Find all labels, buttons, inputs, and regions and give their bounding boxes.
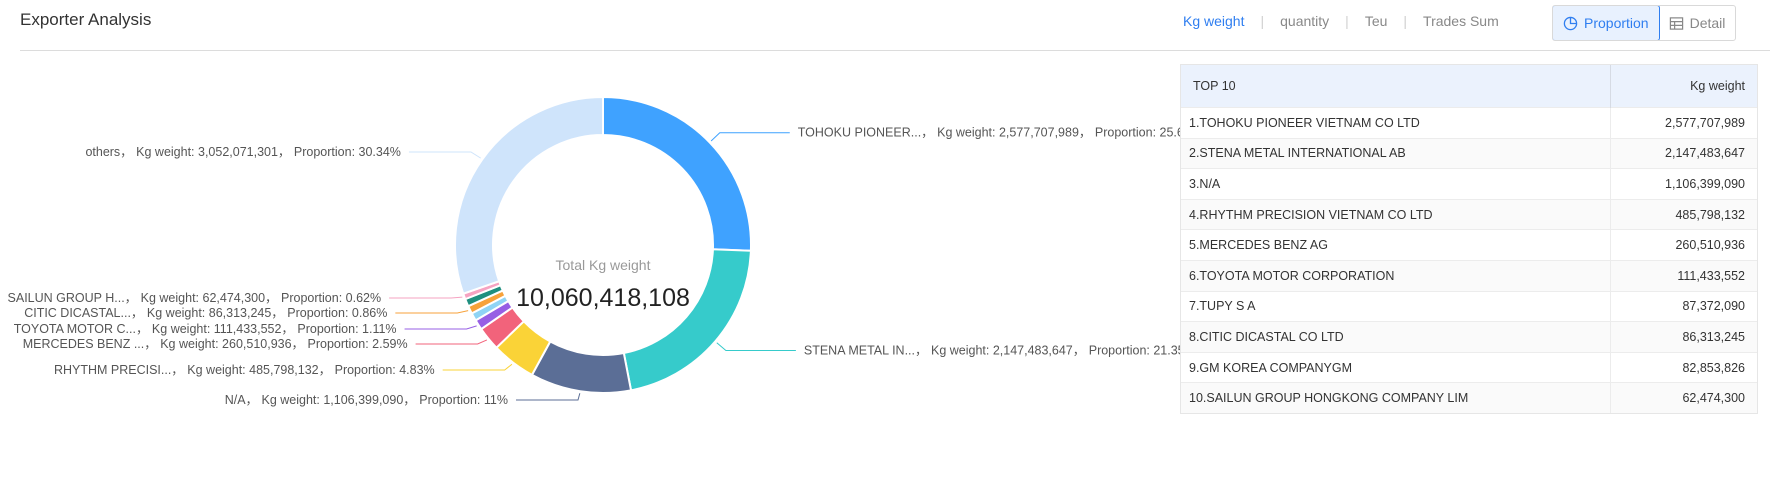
leader-line (716, 342, 796, 352)
table-row: 1.TOHOKU PIONEER VIETNAM CO LTD 2,577,707… (1181, 107, 1757, 139)
donut-chart: Total Kg weight 10,060,418,108 TOHOKU PI… (8, 95, 1180, 407)
tab-divider: | (1260, 13, 1265, 29)
table-row: 8.CITIC DICASTAL CO LTD 86,313,245 (1181, 321, 1757, 353)
pie-chart-icon (1563, 16, 1578, 31)
leader-line (442, 363, 513, 371)
leader-line (395, 310, 469, 314)
row-name: 4.RHYTHM PRECISION VIETNAM CO LTD (1181, 198, 1611, 230)
row-name: 6.TOYOTA MOTOR CORPORATION (1181, 259, 1611, 292)
row-value: 2,147,483,647 (1610, 137, 1757, 169)
col-header-top10: TOP 10 (1181, 65, 1611, 108)
donut-slice[interactable] (602, 95, 752, 252)
proportion-label: Proportion (1584, 15, 1649, 31)
row-value: 82,853,826 (1610, 351, 1757, 383)
row-name: 3.N/A (1181, 168, 1611, 200)
row-name: 2.STENA METAL INTERNATIONAL AB (1181, 137, 1611, 169)
row-value: 111,433,552 (1610, 259, 1757, 292)
row-value: 87,372,090 (1610, 290, 1757, 322)
row-value: 62,474,300 (1610, 382, 1757, 413)
row-name: 5.MERCEDES BENZ AG (1181, 229, 1611, 261)
row-value: 86,313,245 (1610, 321, 1757, 353)
slice-label: RHYTHM PRECISI...， Kg weight: 485,798,13… (54, 363, 435, 377)
detail-label: Detail (1689, 15, 1726, 31)
table-row: 6.TOYOTA MOTOR CORPORATION 111,433,552 (1181, 259, 1757, 292)
slice-label: others， Kg weight: 3,052,071,301， Propor… (85, 145, 400, 159)
slice-label: CITIC DICASTAL...， Kg weight: 86,313,245… (24, 306, 387, 320)
slice-label: SAILUN GROUP H...， Kg weight: 62,474,300… (8, 291, 382, 305)
tab-trades-sum[interactable]: Trades Sum (1423, 13, 1499, 29)
leader-line (515, 393, 581, 401)
table-row: 10.SAILUN GROUP HONGKONG COMPANY LIM 62,4… (1181, 382, 1757, 413)
row-name: 9.GM KOREA COMPANYGM (1181, 351, 1611, 383)
page-title: Exporter Analysis (20, 10, 152, 29)
view-toggle: Proportion Detail (1552, 5, 1737, 41)
leader-line (710, 132, 790, 142)
center-value: 10,060,418,108 (516, 284, 690, 312)
table-header-row: TOP 10 Kg weight (1181, 65, 1757, 108)
table-row: 3.N/A 1,106,399,090 (1181, 168, 1757, 200)
table-icon (1669, 16, 1684, 31)
table-row: 7.TUPY S A 87,372,090 (1181, 290, 1757, 322)
slice-label: TOHOKU PIONEER...， Kg weight: 2,577,707,… (798, 126, 1180, 140)
donut-slices (454, 95, 752, 394)
tab-divider: | (1403, 13, 1408, 29)
center-label: Total Kg weight (556, 257, 651, 273)
slice-label: N/A， Kg weight: 1,106,399,090， Proportio… (225, 393, 508, 407)
row-name: 1.TOHOKU PIONEER VIETNAM CO LTD (1181, 107, 1611, 139)
tab-teu[interactable]: Teu (1365, 13, 1388, 29)
col-header-kg-weight: Kg weight (1610, 65, 1757, 108)
tab-divider: | (1345, 13, 1349, 29)
slice-label: TOYOTA MOTOR C...， Kg weight: 111,433,55… (14, 322, 397, 336)
table-row: 9.GM KOREA COMPANYGM 82,853,826 (1181, 351, 1757, 383)
leader-line (408, 151, 481, 159)
detail-button[interactable]: Detail (1659, 6, 1736, 40)
row-value: 260,510,936 (1610, 229, 1757, 261)
row-name: 7.TUPY S A (1181, 290, 1611, 322)
leader-line (415, 339, 488, 345)
leader-line (404, 325, 477, 330)
row-value: 1,106,399,090 (1610, 168, 1757, 200)
metric-tabs: Kg weight | quantity | Teu | Trades Sum (1183, 13, 1499, 29)
proportion-button[interactable]: Proportion (1553, 6, 1660, 40)
top10-table: TOP 10 Kg weight 1.TOHOKU PIONEER VIETNA… (1180, 64, 1758, 414)
tab-quantity[interactable]: quantity (1280, 13, 1329, 29)
table-row: 4.RHYTHM PRECISION VIETNAM CO LTD 485,798… (1181, 198, 1757, 230)
slice-label: MERCEDES BENZ ...， Kg weight: 260,510,93… (23, 337, 408, 351)
leader-line (389, 296, 463, 299)
row-value: 485,798,132 (1610, 198, 1757, 230)
tab-kg-weight[interactable]: Kg weight (1183, 13, 1244, 29)
table-row: 5.MERCEDES BENZ AG 260,510,936 (1181, 229, 1757, 261)
row-name: 10.SAILUN GROUP HONGKONG COMPANY LIM (1181, 382, 1611, 413)
row-value: 2,577,707,989 (1610, 107, 1757, 139)
table-row: 2.STENA METAL INTERNATIONAL AB 2,147,483,… (1181, 137, 1757, 169)
row-name: 8.CITIC DICASTAL CO LTD (1181, 321, 1611, 353)
slice-label: STENA METAL IN...， Kg weight: 2,147,483,… (804, 344, 1180, 358)
